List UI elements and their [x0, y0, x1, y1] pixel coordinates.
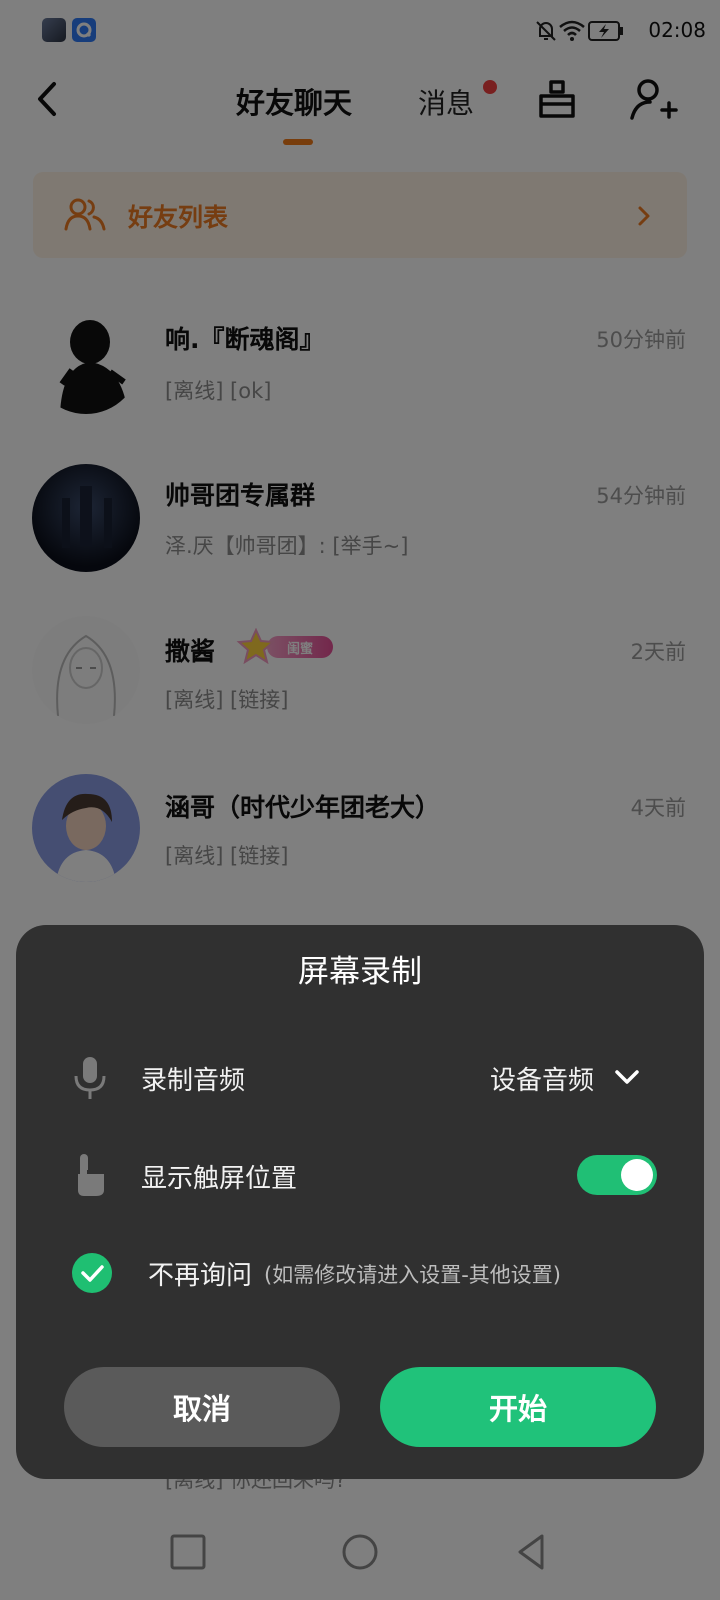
toggle-knob [621, 1159, 653, 1191]
back-triangle-icon[interactable] [512, 1532, 552, 1572]
start-button[interactable]: 开始 [380, 1367, 656, 1447]
show-touches-toggle[interactable] [577, 1155, 657, 1195]
touch-hand-icon [78, 1154, 104, 1196]
dont-ask-checkbox[interactable] [72, 1253, 112, 1293]
chevron-down-icon[interactable] [612, 1066, 642, 1088]
checkmark-icon [81, 1265, 104, 1282]
dont-ask-label: 不再询问 [148, 1261, 253, 1291]
dialog-title: 屏幕录制 [298, 954, 422, 990]
microphone-icon [74, 1057, 106, 1099]
home-circle-icon[interactable] [340, 1532, 380, 1572]
cancel-button[interactable]: 取消 [64, 1367, 340, 1447]
show-touches-label: 显示触屏位置 [141, 1164, 298, 1194]
dont-ask-note: (如需修改请进入设置-其他设置) [264, 1263, 561, 1287]
audio-source-select[interactable]: 设备音频 [490, 1060, 594, 1097]
recents-square-icon[interactable] [168, 1532, 208, 1572]
record-audio-label: 录制音频 [141, 1066, 246, 1096]
